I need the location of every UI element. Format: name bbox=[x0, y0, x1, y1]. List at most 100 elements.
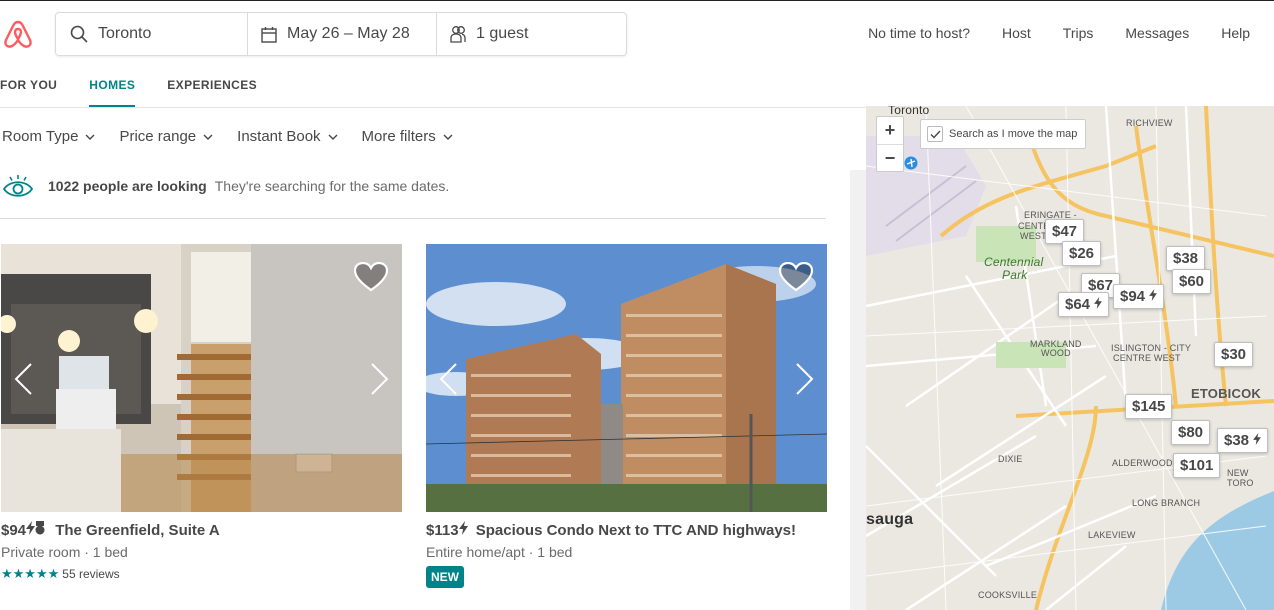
price-pin[interactable]: $38 bbox=[1217, 428, 1269, 453]
host-link[interactable]: Host bbox=[1002, 25, 1031, 41]
airport-icon bbox=[904, 156, 918, 170]
airbnb-logo-icon[interactable] bbox=[2, 18, 34, 50]
instant-book-bolt-icon bbox=[1253, 433, 1262, 445]
map-label-cooksville: COOKSVILLE bbox=[978, 590, 1038, 600]
price-pin-label: $64 bbox=[1065, 296, 1091, 313]
map-label-dixie: DIXIE bbox=[998, 454, 1023, 464]
price-range-label: Price range bbox=[119, 128, 197, 145]
map-label-alderwood: ALDERWOOD bbox=[1112, 458, 1173, 468]
search-as-move-toggle[interactable]: Search as I move the map bbox=[920, 119, 1087, 149]
more-filters-filter[interactable]: More filters bbox=[362, 128, 453, 145]
map[interactable]: + − Search as I move the map Toronto RIC… bbox=[866, 106, 1274, 610]
listing-card[interactable]: $94 The Greenfield, Suite A Private room… bbox=[1, 244, 402, 582]
star-rating-icon: ★★★★★ bbox=[1, 566, 60, 581]
price-range-filter[interactable]: Price range bbox=[119, 128, 213, 145]
chevron-down-icon bbox=[328, 134, 338, 140]
dates-value: May 26 – May 28 bbox=[287, 25, 410, 42]
guests-field[interactable]: 1 guest bbox=[436, 13, 626, 55]
price-pin[interactable]: $94 bbox=[1113, 284, 1165, 309]
no-time-to-host-link[interactable]: No time to host? bbox=[868, 25, 970, 41]
room-type-label: Room Type bbox=[2, 128, 79, 145]
checkbox[interactable] bbox=[927, 126, 943, 142]
listing-reviews: 55 reviews bbox=[62, 567, 120, 581]
zoom-in-button[interactable]: + bbox=[877, 117, 903, 144]
instant-book-filter[interactable]: Instant Book bbox=[237, 128, 338, 145]
messages-link[interactable]: Messages bbox=[1125, 25, 1189, 41]
chevron-right-icon[interactable] bbox=[370, 362, 390, 396]
chevron-left-icon[interactable] bbox=[438, 362, 458, 396]
map-label-etobicoke: ETOBICOK bbox=[1191, 386, 1261, 401]
listing-price: $113 bbox=[426, 522, 459, 539]
price-pin[interactable]: $80 bbox=[1171, 420, 1211, 445]
tab-experiences[interactable]: EXPERIENCES bbox=[167, 68, 257, 107]
tab-homes[interactable]: HOMES bbox=[89, 68, 136, 107]
chevron-down-icon bbox=[85, 134, 95, 140]
map-label-islington: ISLINGTON - CITY bbox=[1111, 343, 1192, 353]
listing-title-row[interactable]: $94 The Greenfield, Suite A bbox=[1, 521, 402, 539]
map-label-long-branch: LONG BRANCH bbox=[1132, 498, 1201, 508]
instant-book-bolt-icon bbox=[458, 521, 468, 535]
map-base bbox=[866, 106, 1274, 610]
location-field[interactable]: Toronto bbox=[56, 13, 247, 55]
heart-icon[interactable] bbox=[354, 262, 388, 292]
instant-book-label: Instant Book bbox=[237, 128, 321, 145]
listing-rating: ★★★★★ 55 reviews bbox=[1, 566, 402, 582]
price-pin[interactable]: $60 bbox=[1172, 269, 1212, 294]
new-badge: NEW bbox=[426, 566, 464, 588]
zoom-controls: + − bbox=[876, 116, 904, 172]
map-label-sauga: sauga bbox=[866, 511, 914, 528]
guests-value: 1 guest bbox=[476, 25, 529, 42]
listing-card[interactable]: $113 Spacious Condo Next to TTC AND high… bbox=[426, 244, 827, 588]
tab-for-you[interactable]: FOR YOU bbox=[0, 68, 57, 107]
listing-title-row[interactable]: $113 Spacious Condo Next to TTC AND high… bbox=[426, 521, 827, 539]
people-looking-subtext: They're searching for the same dates. bbox=[214, 178, 450, 194]
price-pin[interactable]: $64 bbox=[1058, 292, 1110, 317]
map-label-toronto: Toronto bbox=[888, 106, 930, 117]
search-as-move-label: Search as I move the map bbox=[949, 128, 1078, 140]
price-pin[interactable]: $145 bbox=[1125, 394, 1173, 419]
map-label-wood: WOOD bbox=[1041, 348, 1071, 358]
listing-photo[interactable] bbox=[426, 244, 827, 512]
instant-book-bolt-icon bbox=[26, 521, 36, 535]
filter-bar: Room Type Price range Instant Book More … bbox=[2, 128, 453, 145]
calendar-icon bbox=[261, 26, 277, 43]
chevron-down-icon bbox=[203, 134, 213, 140]
dates-field[interactable]: May 26 – May 28 bbox=[247, 13, 436, 55]
listing-name: Spacious Condo Next to TTC AND highways! bbox=[475, 522, 797, 539]
scrollbar[interactable] bbox=[850, 170, 866, 610]
help-link[interactable]: Help bbox=[1221, 25, 1250, 41]
listing-room-info: Private room · 1 bed bbox=[1, 544, 128, 560]
more-filters-label: More filters bbox=[361, 128, 436, 145]
superhost-medal-icon bbox=[35, 521, 45, 535]
location-value: Toronto bbox=[98, 25, 152, 42]
price-pin[interactable]: $38 bbox=[1166, 246, 1206, 271]
trips-link[interactable]: Trips bbox=[1063, 25, 1094, 41]
room-type-filter[interactable]: Room Type bbox=[2, 128, 95, 145]
header-nav: No time to host? Host Trips Messages Hel… bbox=[868, 25, 1250, 41]
map-label-erin3: WEST bbox=[1020, 231, 1047, 241]
interior-staircase-photo bbox=[1, 244, 402, 512]
chevron-left-icon[interactable] bbox=[13, 362, 33, 396]
price-pin[interactable]: $101 bbox=[1173, 453, 1221, 478]
people-looking-count: 1022 people are looking bbox=[48, 178, 207, 194]
search-box: Toronto May 26 – May 28 1 guest bbox=[55, 12, 627, 56]
instant-book-bolt-icon bbox=[1149, 289, 1158, 301]
listing-photo[interactable] bbox=[1, 244, 402, 512]
listing-name: The Greenfield, Suite A bbox=[55, 522, 220, 539]
chevron-down-icon bbox=[443, 134, 453, 140]
heart-icon[interactable] bbox=[779, 262, 813, 292]
listing-room-info: Entire home/apt · 1 bed bbox=[426, 544, 573, 560]
map-label-lakeview: LAKEVIEW bbox=[1088, 530, 1136, 540]
eye-icon bbox=[2, 175, 34, 197]
search-icon bbox=[70, 25, 88, 43]
map-label-new-toro: NEW TORO bbox=[1227, 468, 1254, 488]
price-pin[interactable]: $26 bbox=[1062, 241, 1102, 266]
price-pin-label: $38 bbox=[1224, 432, 1250, 449]
condo-towers-photo bbox=[426, 244, 827, 512]
instant-book-bolt-icon bbox=[1094, 297, 1103, 309]
guests-icon bbox=[450, 26, 466, 43]
zoom-out-button[interactable]: − bbox=[877, 144, 903, 171]
chevron-right-icon[interactable] bbox=[795, 362, 815, 396]
price-pin[interactable]: $30 bbox=[1214, 342, 1254, 367]
map-label-richview: RICHVIEW bbox=[1126, 118, 1173, 128]
